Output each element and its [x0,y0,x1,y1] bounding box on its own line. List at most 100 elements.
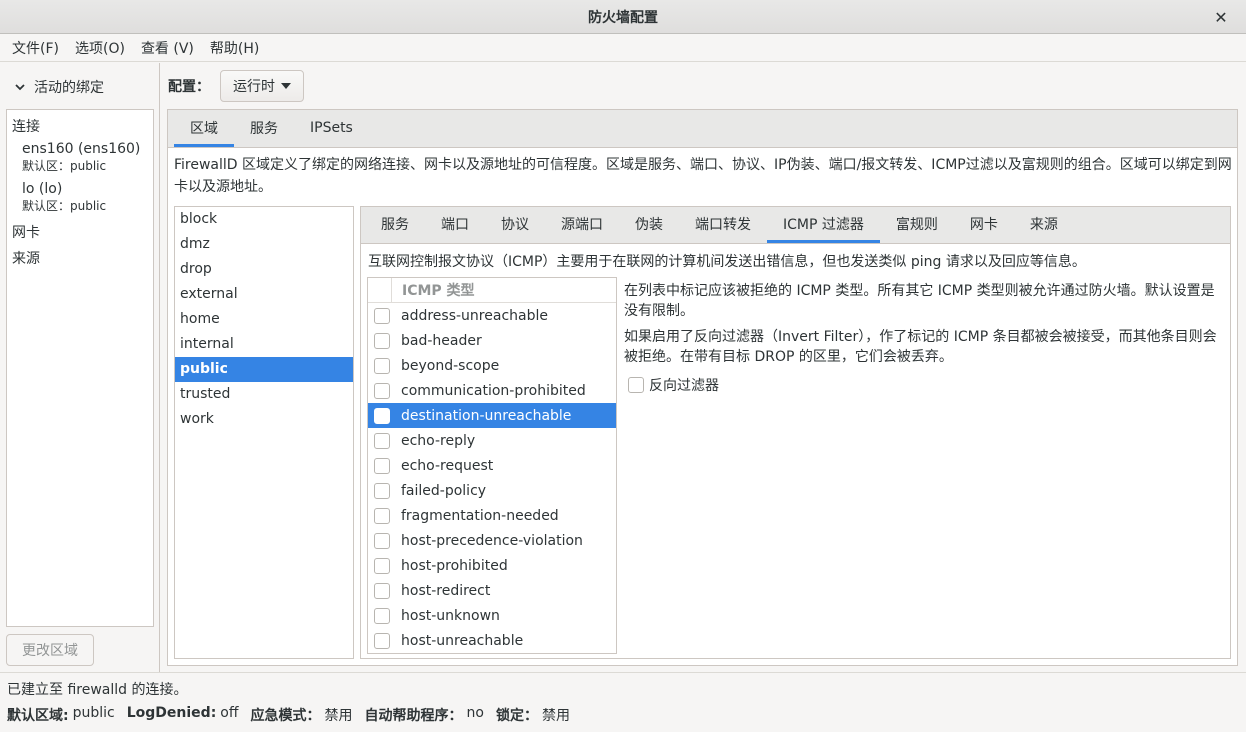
zone-notebook: 服务 端口 协议 源端口 伪装 端口转发 ICMP 过滤器 富规则 网卡 来源 … [360,206,1231,659]
icmp-checkbox[interactable] [374,607,390,624]
config-row: 配置： 运行时 [168,70,304,102]
zone-item-external[interactable]: external [175,282,353,307]
icmp-label: echo-reply [401,432,476,449]
tab-zone-services[interactable]: 服务 [365,208,425,243]
tab-zone-source-ports[interactable]: 源端口 [545,208,619,243]
tab-zone-icmp-filter[interactable]: ICMP 过滤器 [767,208,880,243]
tab-zone-interfaces[interactable]: 网卡 [954,208,1014,243]
zone-item-internal[interactable]: internal [175,332,353,357]
icmp-checkbox[interactable] [374,457,390,474]
icmp-checkbox[interactable] [374,557,390,574]
connection-status: 已建立至 firewalld 的连接。 [7,682,188,698]
icmp-row[interactable]: bad-header [368,328,616,353]
icmp-row[interactable]: communication-prohibited [368,378,616,403]
zone-item-trusted[interactable]: trusted [175,382,353,407]
icmp-checkbox[interactable] [374,482,390,499]
icmp-label: echo-request [401,457,494,474]
tab-zone-rich-rules[interactable]: 富规则 [880,208,954,243]
connection-zone: 默认区：public [22,199,107,213]
invert-filter-label: 反向过滤器 [649,378,719,394]
icmp-help-1: 在列表中标记应该被拒绝的 ICMP 类型。所有其它 ICMP 类型则被允许通过防… [624,283,1215,319]
icmp-checkbox[interactable] [374,407,390,424]
header-check-column[interactable] [368,278,392,303]
connections-heading[interactable]: 连接 [7,114,153,140]
zone-item-drop[interactable]: drop [175,257,353,282]
icmp-checkbox[interactable] [374,357,390,374]
config-dropdown[interactable]: 运行时 [220,70,304,102]
zone-item-dmz[interactable]: dmz [175,232,353,257]
icmp-type-list[interactable]: ICMP 类型 address-unreachable bad-header b… [367,277,617,654]
icmp-label: host-redirect [401,582,491,599]
menu-help[interactable]: 帮助(H) [202,38,267,58]
icmp-row[interactable]: echo-reply [368,428,616,453]
icmp-row[interactable]: address-unreachable [368,303,616,328]
icmp-row[interactable]: host-precedence-violation [368,528,616,553]
icmp-checkbox[interactable] [374,532,390,549]
icmp-label: beyond-scope [401,357,500,374]
icmp-checkbox[interactable] [374,307,390,324]
icmp-row[interactable]: host-unreachable [368,628,616,653]
icmp-row[interactable]: destination-unreachable [368,403,616,428]
icmp-checkbox[interactable] [374,332,390,349]
tab-zone-sources[interactable]: 来源 [1014,208,1074,243]
tab-zone-masquerade[interactable]: 伪装 [619,208,679,243]
icmp-row[interactable]: host-unknown [368,603,616,628]
tab-services[interactable]: 服务 [234,111,294,147]
zone-item-block[interactable]: block [175,207,353,232]
icmp-checkbox[interactable] [374,432,390,449]
icmp-list-header[interactable]: ICMP 类型 [368,278,616,303]
connection-zone: 默认区：public [22,159,107,173]
bindings-header: 活动的绑定 [34,80,104,96]
panic-label: 应急模式： [250,708,321,724]
close-icon[interactable]: ✕ [1210,6,1232,28]
icmp-checkbox[interactable] [374,382,390,399]
menu-view[interactable]: 查看 (V) [133,38,202,58]
tab-zone-protocols[interactable]: 协议 [485,208,545,243]
icmp-label: bad-header [401,332,482,349]
icmp-checkbox[interactable] [374,632,390,649]
icmp-label: failed-policy [401,482,487,499]
icmp-row[interactable]: failed-policy [368,478,616,503]
helper-label: 自动帮助程序： [364,708,463,724]
tab-zone-ports[interactable]: 端口 [425,208,485,243]
icmp-help: 在列表中标记应该被拒绝的 ICMP 类型。所有其它 ICMP 类型则被允许通过防… [624,281,1224,373]
main-notebook: 区域 服务 IPSets FirewallD 区域定义了绑定的网络连接、网卡以及… [167,109,1238,666]
icmp-checkbox[interactable] [374,507,390,524]
zone-item-home[interactable]: home [175,307,353,332]
icmp-row[interactable]: host-prohibited [368,553,616,578]
zone-tabbar: 服务 端口 协议 源端口 伪装 端口转发 ICMP 过滤器 富规则 网卡 来源 [361,207,1230,244]
zone-item-public[interactable]: public [175,357,353,382]
logdenied-label: LogDenied: [126,705,217,721]
invert-filter-toggle[interactable]: 反向过滤器 [628,375,719,395]
icmp-checkbox[interactable] [374,582,390,599]
menu-file[interactable]: 文件(F) [4,38,67,58]
connection-item[interactable]: ens160 (ens160) 默认区：public [7,140,153,174]
icmp-row[interactable]: fragmentation-needed [368,503,616,528]
sources-heading[interactable]: 来源 [7,246,153,272]
tab-zones[interactable]: 区域 [174,111,234,147]
helper-value: no [466,705,484,721]
bindings-expander[interactable]: 活动的绑定 [14,77,104,97]
title-bar: 防火墙配置 ✕ [0,0,1246,34]
change-zone-button[interactable]: 更改区域 [6,634,94,666]
icmp-row[interactable]: host-redirect [368,578,616,603]
lockdown-label: 锁定： [495,708,538,724]
zone-list[interactable]: block dmz drop external home internal pu… [174,206,354,659]
connection-name: lo (lo) [22,181,63,197]
icmp-label: communication-prohibited [401,382,586,399]
icmp-label: host-prohibited [401,557,508,574]
connection-name: ens160 (ens160) [22,141,141,157]
zone-item-work[interactable]: work [175,407,353,432]
bindings-list[interactable]: 连接 ens160 (ens160) 默认区：public lo (lo) 默认… [6,109,154,627]
invert-filter-checkbox[interactable] [628,377,644,393]
icmp-label: host-unknown [401,607,500,624]
menu-options[interactable]: 选项(O) [67,38,133,58]
tab-ipsets[interactable]: IPSets [294,111,369,147]
icmp-row[interactable]: beyond-scope [368,353,616,378]
zone-description: FirewallD 区域定义了绑定的网络连接、网卡以及源地址的可信程度。区域是服… [174,157,1232,195]
default-zone-value: public [72,705,115,721]
icmp-row[interactable]: echo-request [368,453,616,478]
interfaces-heading[interactable]: 网卡 [7,220,153,246]
connection-item[interactable]: lo (lo) 默认区：public [7,180,153,214]
tab-zone-port-forward[interactable]: 端口转发 [679,208,767,243]
